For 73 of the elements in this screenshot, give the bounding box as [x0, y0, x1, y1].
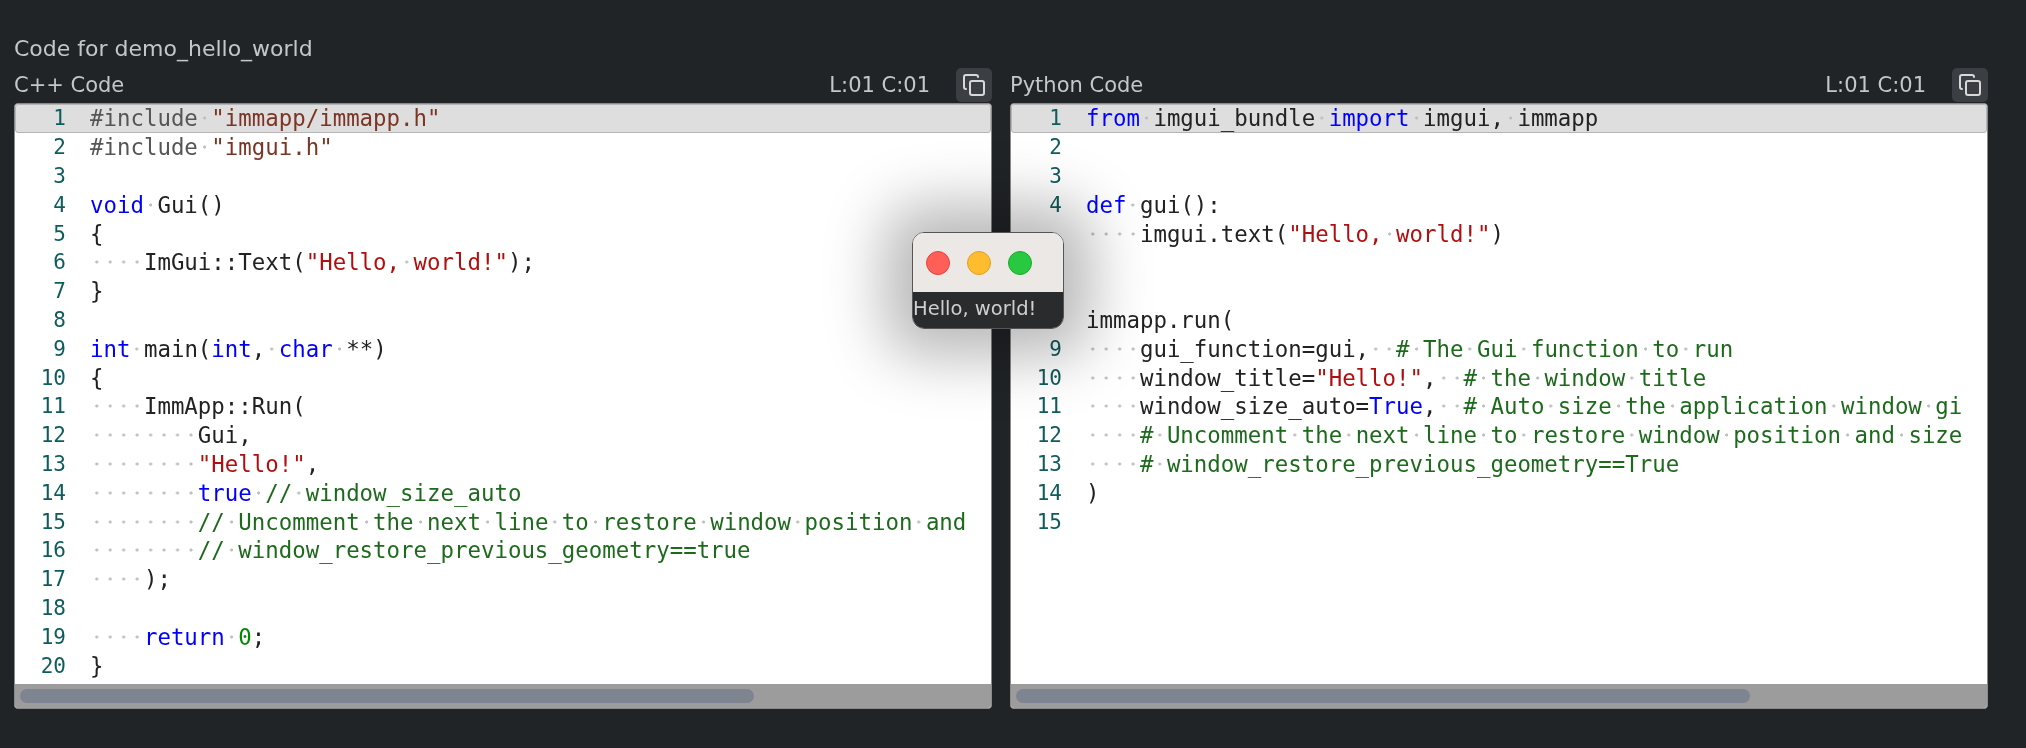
- code-line: window_size_auto=True, # Auto size the application window gi: [1086, 393, 1963, 420]
- code-line: #include "immapp/immapp.h": [90, 105, 441, 132]
- line-number: 14: [1035, 480, 1062, 505]
- scrollbar[interactable]: [15, 684, 991, 708]
- editor-label: Python Code: [1010, 73, 1145, 97]
- code-line: {: [90, 364, 104, 391]
- code-line: gui_function=gui, # The Gui function to run: [1086, 335, 1734, 362]
- code-line: void Gui(): [90, 191, 225, 218]
- line-number: 15: [39, 509, 66, 534]
- line-number: 14: [39, 480, 66, 505]
- line-number: 3: [52, 164, 66, 188]
- line-number: 12: [39, 423, 66, 448]
- code-line: // window_restore_previous_geometry==true: [90, 537, 751, 564]
- line-number: 1: [52, 106, 66, 131]
- line-number: 9: [1048, 336, 1062, 361]
- line-number: 4: [52, 192, 66, 217]
- line-number: 16: [39, 538, 66, 563]
- line-number: 17: [39, 567, 66, 592]
- line-number: 9: [52, 336, 66, 361]
- code-line: immapp.run(: [1086, 306, 1235, 333]
- line-number: 11: [1035, 394, 1062, 419]
- code-line: # Uncomment the next line to restore window position and size: [1086, 422, 1963, 449]
- line-number: 13: [1035, 451, 1062, 476]
- editor-label: C++ Code: [14, 73, 126, 97]
- line-number: 20: [39, 653, 66, 678]
- code-line: window_title="Hello!", # the window title: [1086, 364, 1707, 391]
- line-number: 18: [39, 595, 66, 620]
- code-line: def gui():: [1086, 191, 1221, 218]
- section-title: Code for demo_hello_world: [14, 35, 314, 64]
- copy-button[interactable]: [956, 68, 992, 102]
- code-line: #include "imgui.h": [90, 134, 333, 161]
- line-number: 5: [52, 221, 66, 246]
- line-number: 7: [52, 279, 66, 304]
- code-line: true // window_size_auto: [90, 479, 522, 506]
- line-number: 8: [52, 307, 66, 332]
- copy-button[interactable]: [1952, 68, 1988, 102]
- code-line: ImmApp::Run(: [90, 393, 306, 420]
- minimize-button[interactable]: [967, 250, 991, 275]
- line-number: 19: [39, 624, 66, 649]
- line-number: 10: [39, 365, 66, 390]
- zoom-button[interactable]: [1008, 250, 1032, 275]
- close-button[interactable]: [926, 250, 950, 275]
- line-number: 13: [39, 451, 66, 476]
- code-line: }: [90, 652, 104, 679]
- code-line: {: [90, 220, 104, 247]
- code-line: # window_restore_previous_geometry==True: [1086, 450, 1680, 477]
- copy-icon: [1958, 73, 1982, 97]
- line-number: 2: [52, 135, 66, 160]
- code-line: return 0;: [90, 623, 266, 650]
- cursor-position: L:01 C:01: [1825, 73, 1926, 97]
- line-number: 10: [1035, 365, 1062, 390]
- line-number: 2: [1048, 135, 1062, 160]
- line-number: 12: [1035, 423, 1062, 448]
- line-number: 4: [1048, 192, 1062, 217]
- line-number: 15: [1035, 509, 1062, 534]
- code-line: int main(int, char **): [90, 335, 387, 362]
- line-number: 3: [1048, 164, 1062, 188]
- code-line: imgui.text("Hello, world!"): [1086, 220, 1504, 247]
- line-number: 11: [39, 394, 66, 419]
- line-number: 6: [52, 250, 66, 275]
- code-line: from imgui_bundle import imgui, immapp: [1086, 105, 1599, 132]
- scrollbar[interactable]: [1011, 684, 1987, 708]
- line-number: 1: [1048, 106, 1062, 131]
- code-line: ): [1086, 479, 1100, 506]
- scrollbar-thumb[interactable]: [20, 689, 755, 703]
- cursor-position: L:01 C:01: [829, 73, 930, 97]
- window-text: Hello, world!: [913, 292, 1063, 328]
- code-line: ImGui::Text("Hello, world!");: [90, 249, 535, 276]
- scrollbar-thumb[interactable]: [1016, 689, 1751, 703]
- copy-icon: [962, 73, 986, 97]
- code-line: // Uncomment the next line to restore window position and: [90, 508, 967, 535]
- code-line: "Hello!",: [90, 450, 320, 477]
- code-line: }: [90, 278, 104, 305]
